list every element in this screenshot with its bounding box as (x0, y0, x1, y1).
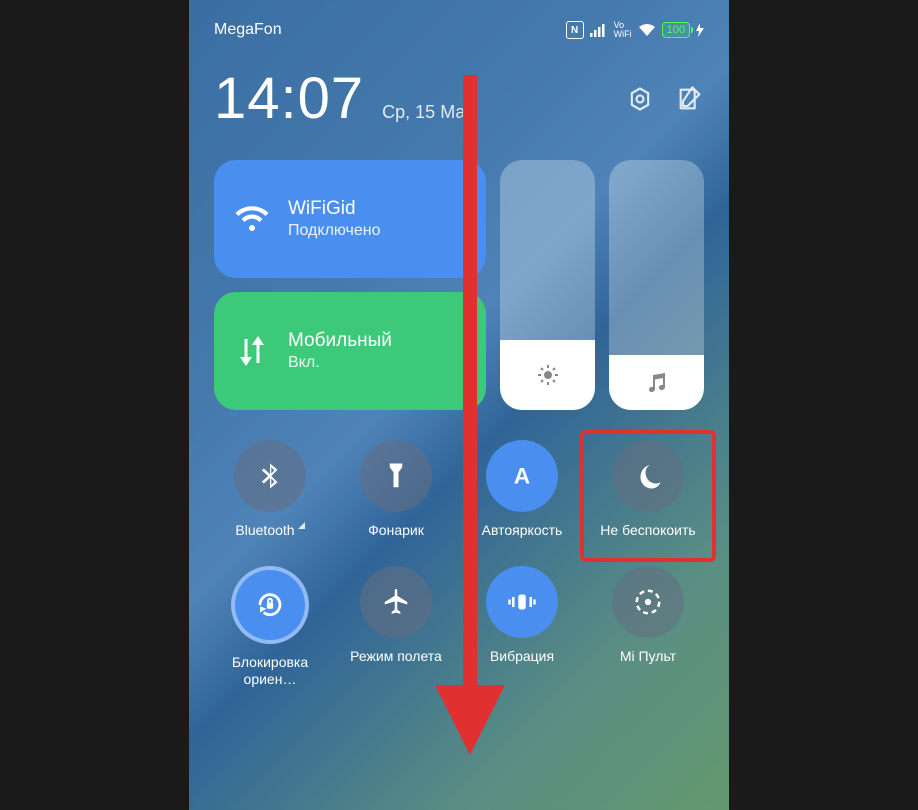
mi-remote-label: Mi Пульт (620, 648, 676, 682)
carrier-label: MegaFon (214, 21, 282, 39)
bluetooth-toggle[interactable]: Bluetooth (214, 440, 326, 556)
moon-icon (633, 461, 663, 491)
svg-text:A: A (514, 464, 530, 489)
expand-icon (298, 522, 305, 529)
airplane-toggle[interactable]: Режим полета (340, 566, 452, 688)
charging-icon (696, 23, 704, 37)
autobrightness-label: Автояркость (482, 522, 563, 556)
airplane-label: Режим полета (350, 648, 442, 682)
vibration-label: Вибрация (490, 648, 554, 682)
music-icon (645, 371, 669, 395)
flashlight-label: Фонарик (368, 522, 424, 556)
wifi-tile[interactable]: WiFiGid Подключено (214, 160, 486, 278)
autobrightness-icon: A (507, 461, 537, 491)
settings-icon[interactable] (626, 85, 654, 113)
page-dot (463, 702, 470, 709)
clock-time: 14:07 (214, 65, 364, 132)
remote-icon (633, 587, 663, 617)
mobile-title: Мобильный (288, 330, 392, 352)
clock-date: Ср, 15 Май (382, 102, 475, 123)
status-bar: MegaFon N VoWiFi 100 (214, 15, 704, 45)
mobile-data-tile[interactable]: Мобильный Вкл. (214, 292, 486, 410)
mobile-status: Вкл. (288, 354, 392, 372)
wifi-status-icon (638, 23, 656, 37)
flashlight-icon (381, 461, 411, 491)
mobile-data-icon (234, 333, 270, 369)
airplane-icon (381, 587, 411, 617)
nfc-icon: N (566, 21, 584, 39)
dnd-toggle[interactable]: Не беспокоить (592, 440, 704, 556)
control-center: MegaFon N VoWiFi 100 14:07 Ср, 15 Май (189, 0, 729, 810)
wifi-icon (234, 201, 270, 237)
wifi-name: WiFiGid (288, 198, 381, 220)
bluetooth-label: Bluetooth (235, 522, 304, 556)
page-dot-active (448, 702, 455, 709)
vowifi-icon: VoWiFi (614, 21, 632, 39)
autobrightness-toggle[interactable]: A Автояркость (466, 440, 578, 556)
rotation-lock-toggle[interactable]: Блокировка ориен… (214, 566, 326, 688)
brightness-slider[interactable] (500, 160, 595, 410)
bluetooth-icon (255, 461, 285, 491)
edit-icon[interactable] (676, 85, 704, 113)
expand-icon (466, 390, 476, 400)
time-row: 14:07 Ср, 15 Май (214, 65, 704, 132)
mi-remote-toggle[interactable]: Mi Пульт (592, 566, 704, 688)
brightness-icon (536, 363, 560, 387)
flashlight-toggle[interactable]: Фонарик (340, 440, 452, 556)
dnd-label: Не беспокоить (600, 522, 695, 556)
rotation-lock-icon (255, 590, 285, 620)
status-icons: N VoWiFi 100 (566, 21, 704, 39)
rotation-lock-label: Блокировка ориен… (214, 654, 326, 688)
quick-toggles: Bluetooth Фонарик A Автояркость Не беспо… (214, 440, 704, 688)
wifi-status: Подключено (288, 222, 381, 240)
expand-icon (466, 258, 476, 268)
volume-slider[interactable] (609, 160, 704, 410)
vibration-icon (507, 587, 537, 617)
page-indicator (214, 702, 704, 709)
vibration-toggle[interactable]: Вибрация (466, 566, 578, 688)
signal-icon (590, 23, 608, 37)
battery-indicator: 100 (662, 22, 690, 38)
